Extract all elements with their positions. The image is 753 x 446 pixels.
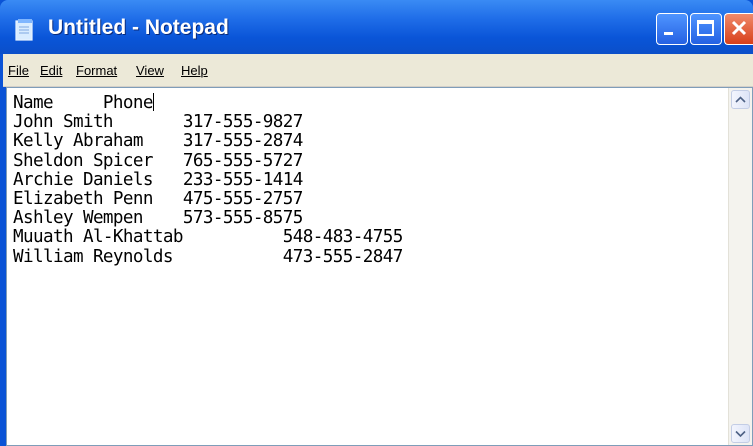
- menu-view[interactable]: View: [136, 63, 164, 78]
- minimize-icon: [664, 32, 673, 35]
- text-line: Muuath Al-Khattab 548-483-4755: [13, 227, 403, 248]
- menu-bar: File Edit Format View Help: [3, 54, 753, 87]
- minimize-button[interactable]: [656, 13, 688, 45]
- text-line: William Reynolds 473-555-2847: [13, 246, 403, 267]
- text-line: John Smith 317-555-9827: [13, 112, 303, 133]
- menu-edit[interactable]: Edit: [40, 63, 62, 78]
- text-content[interactable]: Name Phone John Smith 317-555-9827 Kelly…: [13, 93, 403, 267]
- text-line: Ashley Wempen 573-555-8575: [13, 208, 303, 229]
- notepad-icon: [15, 19, 33, 41]
- scroll-down-arrow-icon: [735, 430, 746, 438]
- scroll-up-arrow-icon: [735, 96, 746, 103]
- close-icon: [731, 20, 747, 36]
- title-bar[interactable]: Untitled - Notepad: [0, 0, 753, 54]
- maximize-icon: [697, 20, 714, 36]
- text-line: Elizabeth Penn 475-555-2757: [13, 189, 303, 210]
- text-editor[interactable]: Name Phone John Smith 317-555-9827 Kelly…: [6, 87, 753, 446]
- text-line: Sheldon Spicer 765-555-5727: [13, 150, 303, 171]
- notepad-window: Untitled - Notepad File Edit Format View…: [0, 0, 753, 446]
- scroll-up-button[interactable]: [731, 90, 750, 109]
- window-title: Untitled - Notepad: [48, 16, 229, 39]
- text-caret: [152, 93, 154, 111]
- vertical-scrollbar[interactable]: [728, 88, 752, 445]
- maximize-button[interactable]: [690, 13, 722, 45]
- scroll-down-button[interactable]: [731, 424, 750, 443]
- text-line: Kelly Abraham 317-555-2874: [13, 131, 303, 152]
- menu-file[interactable]: File: [8, 63, 29, 78]
- close-button[interactable]: [724, 13, 753, 45]
- text-line: Name Phone: [13, 93, 154, 113]
- menu-format[interactable]: Format: [76, 63, 117, 78]
- menu-help[interactable]: Help: [181, 63, 208, 78]
- text-line: Archie Daniels 233-555-1414: [13, 169, 303, 190]
